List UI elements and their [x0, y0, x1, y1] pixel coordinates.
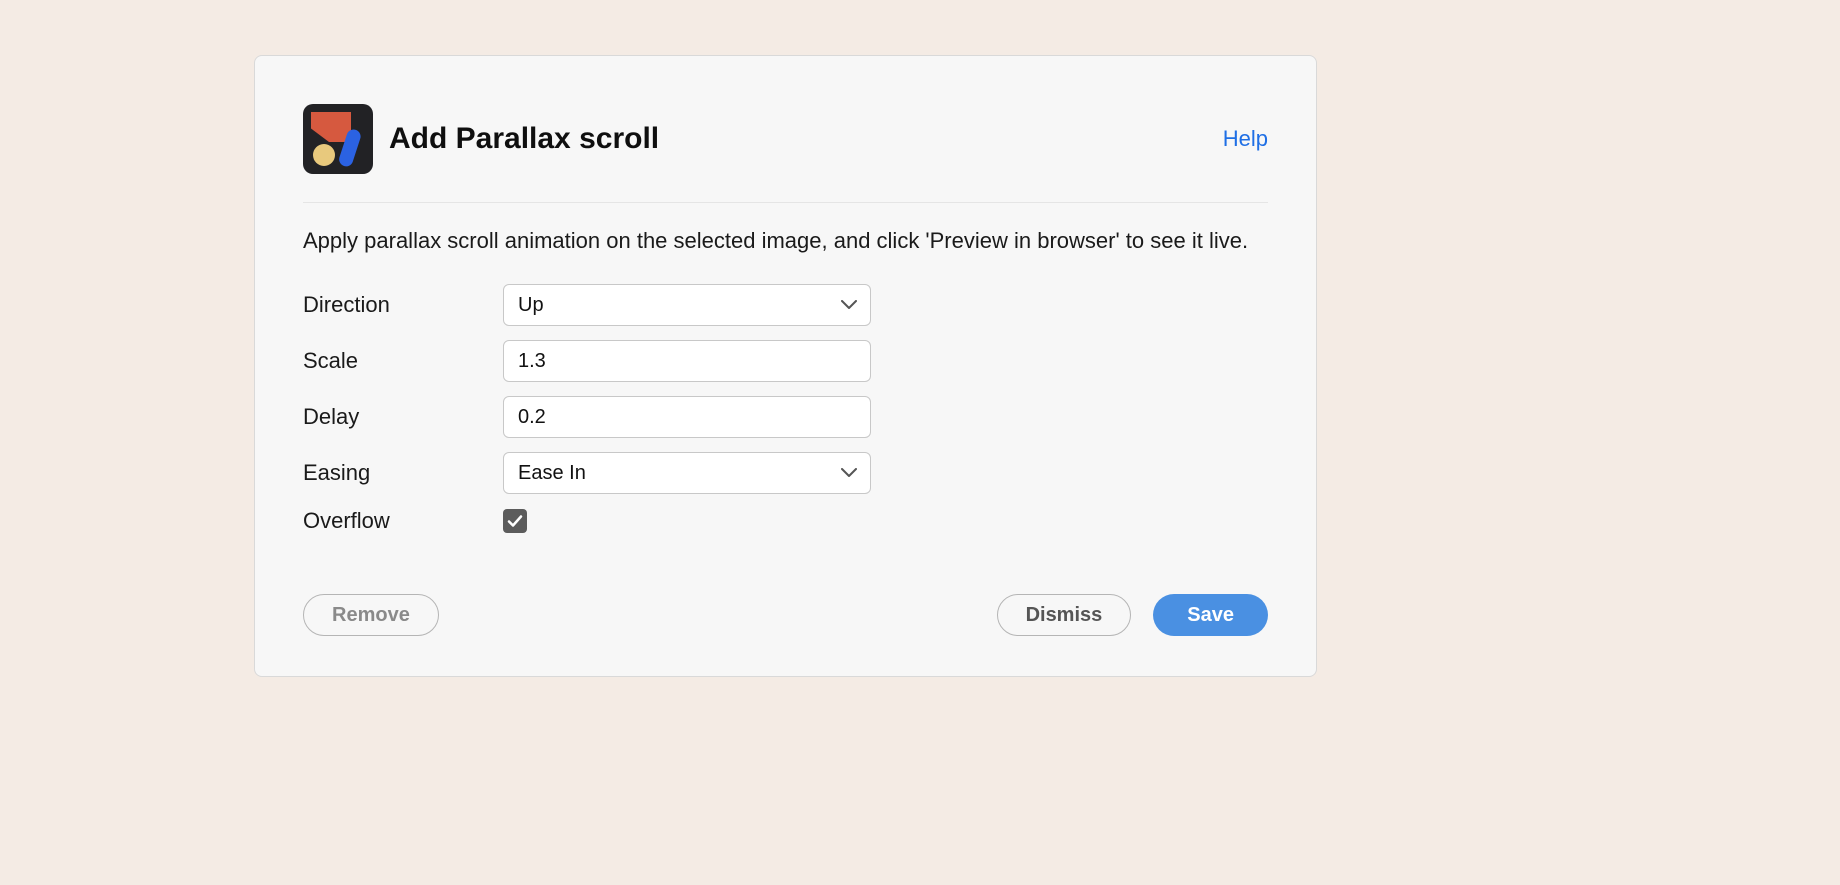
dialog-footer: Remove Dismiss Save	[303, 594, 1268, 636]
footer-right: Dismiss Save	[997, 594, 1268, 636]
check-icon	[507, 513, 523, 529]
title-wrap: Add Parallax scroll	[303, 104, 659, 174]
easing-label: Easing	[303, 460, 503, 486]
easing-select[interactable]: Ease In	[503, 452, 871, 494]
direction-select-wrap: Up	[503, 284, 871, 326]
easing-select-wrap: Ease In	[503, 452, 871, 494]
save-button[interactable]: Save	[1153, 594, 1268, 636]
delay-input[interactable]	[503, 396, 871, 438]
direction-select[interactable]: Up	[503, 284, 871, 326]
dialog-description: Apply parallax scroll animation on the s…	[303, 223, 1268, 258]
field-delay: Delay	[303, 396, 1268, 438]
dismiss-button[interactable]: Dismiss	[997, 594, 1132, 636]
remove-button[interactable]: Remove	[303, 594, 439, 636]
delay-label: Delay	[303, 404, 503, 430]
add-parallax-scroll-dialog: Add Parallax scroll Help Apply parallax …	[254, 55, 1317, 677]
app-icon	[303, 104, 373, 174]
field-scale: Scale	[303, 340, 1268, 382]
direction-label: Direction	[303, 292, 503, 318]
field-direction: Direction Up	[303, 284, 1268, 326]
field-easing: Easing Ease In	[303, 452, 1268, 494]
help-link[interactable]: Help	[1223, 126, 1268, 152]
field-overflow: Overflow	[303, 508, 1268, 534]
dialog-title: Add Parallax scroll	[389, 122, 659, 156]
overflow-checkbox[interactable]	[503, 509, 527, 533]
scale-input[interactable]	[503, 340, 871, 382]
dialog-header: Add Parallax scroll Help	[303, 104, 1268, 203]
scale-label: Scale	[303, 348, 503, 374]
overflow-label: Overflow	[303, 508, 503, 534]
